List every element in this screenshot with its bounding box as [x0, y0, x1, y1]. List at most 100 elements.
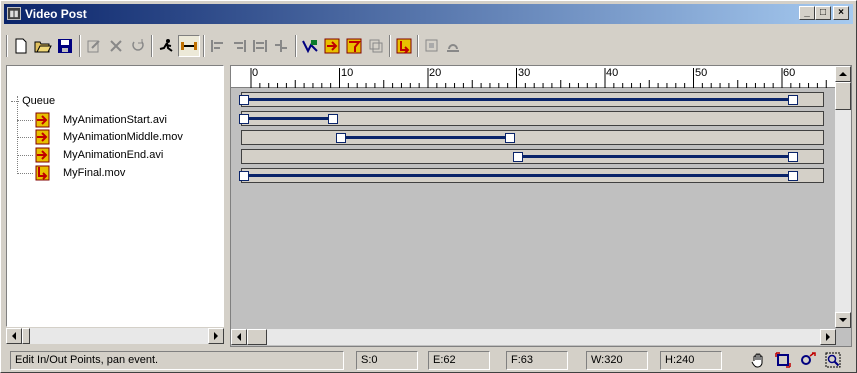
- zoom-time-icon[interactable]: [799, 351, 817, 369]
- open-sequence-icon[interactable]: [32, 35, 54, 57]
- zoom-extents-icon[interactable]: [774, 351, 792, 369]
- tree-node-queue[interactable]: Queue: [11, 93, 55, 109]
- minimize-button[interactable]: _: [799, 6, 815, 20]
- range-start-handle[interactable]: [239, 171, 249, 181]
- tree-connector: [11, 100, 19, 102]
- tree-item[interactable]: MyAnimationEnd.avi: [17, 147, 163, 163]
- tree-item[interactable]: MyFinal.mov: [17, 165, 125, 181]
- toolbar-separator: [151, 35, 153, 57]
- range-end-handle[interactable]: [787, 171, 798, 181]
- ruler-label: 40: [606, 67, 619, 79]
- status-start-frame: S:0: [356, 351, 418, 370]
- range-track[interactable]: [239, 111, 824, 126]
- scroll-thumb[interactable]: [22, 328, 30, 344]
- scroll-down-icon[interactable]: [835, 312, 851, 328]
- tree-item-label: MyFinal.mov: [63, 167, 126, 179]
- status-end-frame: E:62: [428, 351, 490, 370]
- scroll-up-icon[interactable]: [835, 66, 851, 82]
- tree-connector: [17, 172, 33, 174]
- status-width: W:320: [586, 351, 648, 370]
- time-ruler[interactable]: 0 10 20 30 40 50 60: [231, 66, 836, 88]
- tree-connector: [17, 154, 33, 156]
- range-track[interactable]: [239, 168, 824, 183]
- range-bar[interactable]: [244, 117, 333, 120]
- image-input-event-icon: [35, 112, 50, 128]
- ruler-label: 20: [429, 67, 442, 79]
- zoom-region-icon[interactable]: [824, 351, 842, 369]
- title-bar[interactable]: ▮▮ Video Post _ □ ×: [4, 4, 853, 24]
- video-post-app-icon[interactable]: ▮▮: [7, 7, 21, 20]
- ruler-label: 0: [252, 67, 259, 79]
- align-selected-left-icon[interactable]: [207, 35, 229, 57]
- add-image-input-event-icon[interactable]: [321, 35, 343, 57]
- scroll-thumb[interactable]: [247, 329, 267, 345]
- status-message: Edit In/Out Points, pan event.: [10, 351, 344, 370]
- tree-item-label: MyAnimationEnd.avi: [63, 149, 164, 161]
- range-start-handle[interactable]: [336, 133, 347, 143]
- toolbar-separator: [417, 35, 419, 57]
- range-start-handle[interactable]: [513, 152, 524, 162]
- toolbar: [4, 29, 853, 63]
- tree-horizontal-scrollbar[interactable]: [6, 328, 224, 344]
- add-scene-event-icon[interactable]: [299, 35, 321, 57]
- range-end-handle[interactable]: [327, 114, 338, 124]
- close-button[interactable]: ×: [833, 6, 849, 20]
- range-track[interactable]: [241, 130, 824, 145]
- tree-item-label: MyAnimationStart.avi: [63, 114, 167, 126]
- range-bar[interactable]: [244, 98, 793, 101]
- toolbar-separator: [295, 35, 297, 57]
- ruler-ticks: [250, 68, 827, 88]
- pan-hand-icon[interactable]: [749, 351, 767, 369]
- range-bar[interactable]: [244, 174, 793, 177]
- event-tree-panel[interactable]: Queue MyAnimationStart.avi MyAnimationMi…: [6, 65, 224, 327]
- delete-current-event-icon[interactable]: [105, 35, 127, 57]
- align-selected-right-icon[interactable]: [228, 35, 250, 57]
- scroll-right-icon[interactable]: [820, 329, 836, 345]
- make-selected-same-size-icon[interactable]: [249, 35, 271, 57]
- range-start-handle[interactable]: [239, 114, 249, 124]
- add-image-output-event-icon[interactable]: [393, 35, 415, 57]
- tree-connector: [17, 136, 33, 138]
- add-external-event-icon[interactable]: [421, 35, 443, 57]
- tree-connector: [17, 119, 33, 121]
- save-sequence-icon[interactable]: [54, 35, 76, 57]
- image-input-event-icon: [35, 129, 50, 145]
- range-track[interactable]: [239, 92, 824, 107]
- abut-selected-icon[interactable]: [270, 35, 292, 57]
- range-end-handle[interactable]: [504, 133, 515, 143]
- image-input-event-icon: [35, 147, 50, 163]
- range-start-handle[interactable]: [239, 95, 249, 105]
- toolbar-separator: [203, 35, 205, 57]
- range-end-handle[interactable]: [787, 152, 798, 162]
- scroll-left-icon[interactable]: [231, 329, 247, 345]
- toolbar-separator: [79, 35, 81, 57]
- range-bar[interactable]: [518, 155, 793, 158]
- execute-sequence-icon[interactable]: [155, 35, 177, 57]
- image-output-event-icon: [35, 165, 50, 181]
- scroll-thumb[interactable]: [835, 82, 851, 110]
- range-bar[interactable]: [341, 136, 510, 139]
- tree-item[interactable]: MyAnimationStart.avi: [17, 112, 167, 128]
- add-image-filter-event-icon[interactable]: [343, 35, 365, 57]
- video-post-window: ▮▮ Video Post _ □ × Queue MyAnimationSta…: [0, 0, 857, 373]
- range-track[interactable]: [241, 149, 824, 164]
- ruler-label: 30: [518, 67, 531, 79]
- tree-item[interactable]: MyAnimationMiddle.mov: [17, 129, 183, 145]
- new-sequence-icon[interactable]: [10, 35, 32, 57]
- ruler-label: 50: [695, 67, 708, 79]
- track-vertical-scrollbar[interactable]: [835, 66, 851, 328]
- scroll-right-icon[interactable]: [208, 328, 224, 344]
- edit-range-bar-icon[interactable]: [178, 35, 200, 57]
- toolbar-separator: [389, 35, 391, 57]
- tree-node-label: Queue: [22, 95, 56, 107]
- scroll-left-icon[interactable]: [6, 328, 22, 344]
- toolbar-grip: [6, 35, 8, 57]
- maximize-button[interactable]: □: [815, 6, 831, 20]
- edit-current-event-icon[interactable]: [83, 35, 105, 57]
- track-horizontal-scrollbar[interactable]: [231, 329, 836, 345]
- swap-events-icon[interactable]: [127, 35, 149, 57]
- add-image-layer-event-icon[interactable]: [365, 35, 387, 57]
- track-panel[interactable]: 0 10 20 30 40 50 60: [230, 65, 852, 347]
- range-end-handle[interactable]: [787, 95, 798, 105]
- add-loop-event-icon[interactable]: [442, 35, 464, 57]
